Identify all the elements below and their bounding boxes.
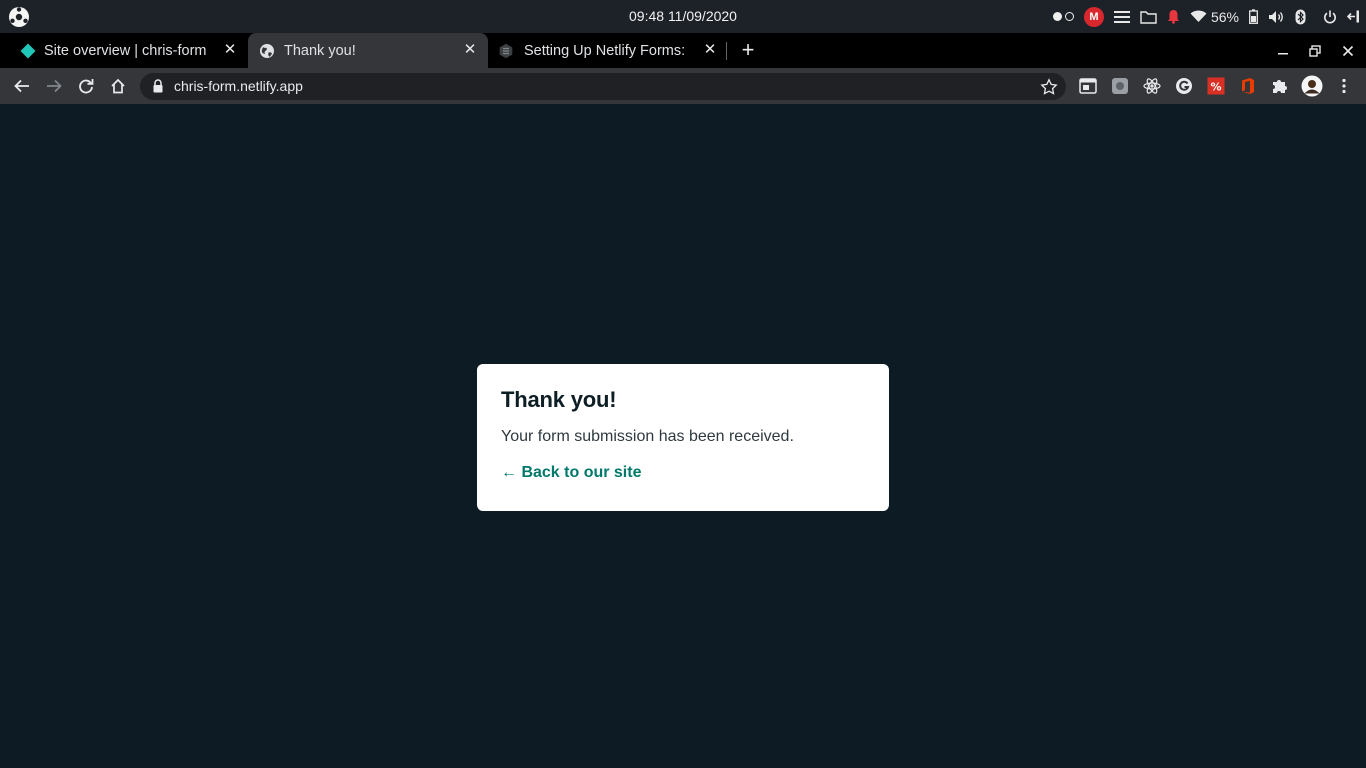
minimize-button[interactable] xyxy=(1267,33,1299,68)
grammar-extension-icon[interactable] xyxy=(1174,76,1194,96)
tab-search-icon[interactable] xyxy=(1078,76,1098,96)
extension-grey-icon[interactable] xyxy=(1110,76,1130,96)
logout-icon[interactable] xyxy=(1342,0,1366,33)
bookmark-star-icon[interactable] xyxy=(1040,78,1058,96)
svg-text:%: % xyxy=(1210,81,1221,94)
menu-icon[interactable] xyxy=(1109,0,1135,33)
back-to-site-link[interactable]: ← Back to our site xyxy=(501,464,641,482)
workspace-dots-icon[interactable] xyxy=(1048,0,1079,33)
close-tab-icon[interactable]: ✕ xyxy=(222,42,238,58)
office-extension-icon[interactable] xyxy=(1238,76,1258,96)
close-tab-icon[interactable]: ✕ xyxy=(462,42,478,58)
close-window-button[interactable] xyxy=(1332,33,1364,68)
extensions-puzzle-icon[interactable] xyxy=(1270,76,1290,96)
page-title: Thank you! xyxy=(501,387,617,412)
address-bar[interactable]: chris-form.netlify.app xyxy=(140,73,1066,100)
tab-title: Thank you! xyxy=(284,42,356,59)
netlify-diamond-icon xyxy=(20,43,36,58)
percent-extension-icon[interactable]: % xyxy=(1206,76,1226,96)
notification-bell-icon[interactable] xyxy=(1162,0,1185,33)
tab-title: Site overview | chris-form xyxy=(44,42,207,59)
system-tray: M 56% xyxy=(1048,0,1366,33)
battery-percent[interactable]: 56% xyxy=(1209,0,1244,33)
thank-you-card: Thank you! Your form submission has been… xyxy=(477,364,889,511)
url-text[interactable]: chris-form.netlify.app xyxy=(174,73,303,100)
confirmation-message: Your form submission has been received. xyxy=(501,428,794,445)
tab-thank-you[interactable]: Thank you! ✕ xyxy=(248,33,488,68)
bluetooth-icon[interactable] xyxy=(1290,0,1311,33)
power-icon[interactable] xyxy=(1311,0,1342,33)
wifi-icon[interactable] xyxy=(1185,0,1209,33)
tab-title: Setting Up Netlify Forms: xyxy=(524,42,686,59)
folder-icon[interactable] xyxy=(1135,0,1162,33)
new-tab-button[interactable]: + xyxy=(736,38,760,62)
close-tab-icon[interactable]: ✕ xyxy=(702,42,718,58)
browser-menu-icon[interactable] xyxy=(1334,76,1354,96)
reload-button[interactable] xyxy=(72,72,100,100)
stackbit-icon xyxy=(499,43,513,58)
volume-icon[interactable] xyxy=(1263,0,1290,33)
profile-avatar[interactable] xyxy=(1300,74,1324,98)
tab-netlify-forms[interactable]: Setting Up Netlify Forms: ✕ xyxy=(488,33,728,68)
forward-button[interactable] xyxy=(40,72,68,100)
back-button[interactable] xyxy=(8,72,36,100)
restore-button[interactable] xyxy=(1299,33,1331,68)
tab-strip: Site overview | chris-form ✕ Thank you! … xyxy=(0,33,1366,68)
battery-icon[interactable] xyxy=(1244,0,1263,33)
mega-label: M xyxy=(1083,6,1104,27)
globe-icon xyxy=(260,43,274,58)
system-top-bar: 09:48 11/09/2020 M 56% xyxy=(0,0,1366,33)
tab-site-overview[interactable]: Site overview | chris-form ✕ xyxy=(0,33,248,68)
tab-divider xyxy=(726,42,727,60)
lock-icon[interactable] xyxy=(152,79,164,93)
react-devtools-icon[interactable] xyxy=(1142,76,1162,96)
home-button[interactable] xyxy=(104,72,132,100)
mega-icon[interactable]: M xyxy=(1079,0,1109,33)
